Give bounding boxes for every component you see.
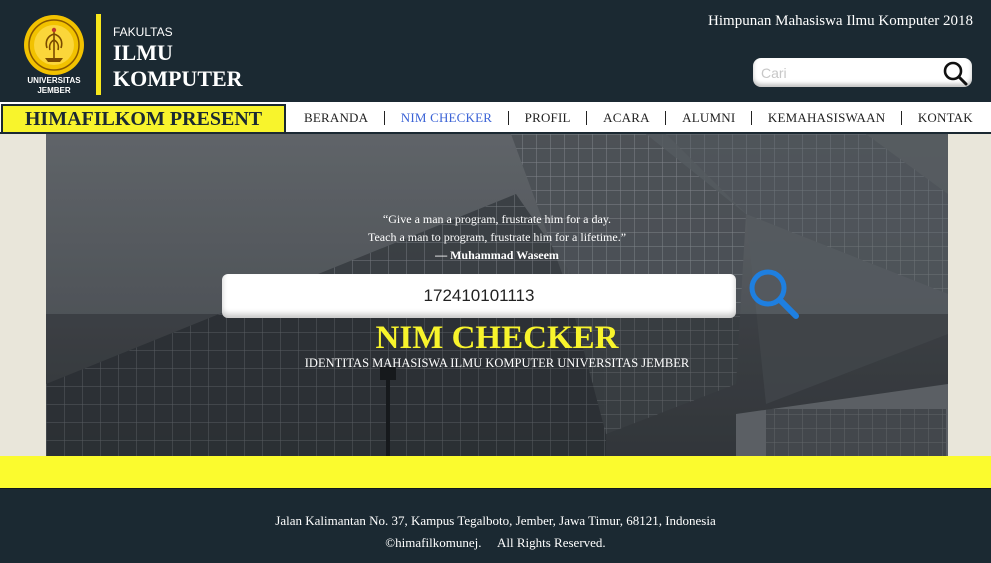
nav-link-acara[interactable]: ACARA (603, 110, 650, 126)
yellow-band (0, 456, 991, 488)
faculty-name-line2: KOMPUTER (113, 66, 243, 91)
hero-section: “Give a man a program, frustrate him for… (46, 134, 948, 456)
logo-caption-line1: UNIVERSITAS (27, 76, 81, 85)
nim-input[interactable] (232, 280, 726, 312)
nav-link-beranda[interactable]: BERANDA (304, 110, 368, 126)
nav-links: BERANDA NIM CHECKER PROFIL ACARA ALUMNI … (288, 102, 991, 134)
nav-link-kontak[interactable]: KONTAK (918, 110, 973, 126)
main-nav: HIMAFILKOM PRESENT BERANDA NIM CHECKER P… (0, 102, 991, 134)
present-label: HIMAFILKOM PRESENT (1, 104, 286, 134)
university-logo-icon[interactable] (23, 14, 85, 76)
site-header: UNIVERSITAS JEMBER FAKULTAS ILMU KOMPUTE… (0, 0, 991, 102)
nav-separator (586, 111, 588, 125)
footer-copyright: ©himafilkomunej. All Rights Reserved. (385, 535, 606, 550)
hero-quote: “Give a man a program, frustrate him for… (46, 210, 948, 264)
nav-separator (507, 111, 509, 125)
nav-link-alumni[interactable]: ALUMNI (682, 110, 735, 126)
site-footer: Jalan Kalimantan No. 37, Kampus Tegalbot… (0, 488, 991, 563)
nav-link-kemahasiswaan[interactable]: KEMAHASISWAAN (768, 110, 885, 126)
faculty-name-line1: ILMU (113, 40, 173, 65)
org-title: Himpunan Mahasiswa Ilmu Komputer 2018 (708, 13, 973, 29)
nav-separator (665, 111, 667, 125)
nav-link-nim-checker[interactable]: NIM CHECKER (401, 110, 492, 126)
quote-author: — Muhammad Waseem (435, 248, 559, 262)
faculty-name: ILMU KOMPUTER (113, 40, 243, 92)
logo-caption-line2: JEMBER (37, 86, 71, 95)
search-icon[interactable] (942, 60, 968, 86)
quote-line-2: Teach a man to program, frustrate him fo… (367, 230, 627, 244)
faculty-label: FAKULTAS (113, 25, 173, 39)
search-icon[interactable] (746, 266, 802, 322)
header-search (753, 58, 972, 87)
nim-search-box (222, 274, 736, 318)
quote-line-1: “Give a man a program, frustrate him for… (382, 212, 612, 226)
logo-caption: UNIVERSITAS JEMBER (14, 76, 94, 96)
nav-link-profil[interactable]: PROFIL (525, 110, 571, 126)
nim-checker-title: NIM CHECKER (375, 320, 619, 356)
header-search-input[interactable] (761, 62, 939, 83)
nav-separator (901, 111, 903, 125)
footer-address: Jalan Kalimantan No. 37, Kampus Tegalbot… (275, 513, 716, 528)
nav-separator (384, 111, 385, 125)
brand-divider (96, 14, 101, 95)
nav-separator (751, 111, 753, 125)
nim-checker-subtitle: IDENTITAS MAHASISWA ILMU KOMPUTER UNIVER… (304, 356, 690, 370)
